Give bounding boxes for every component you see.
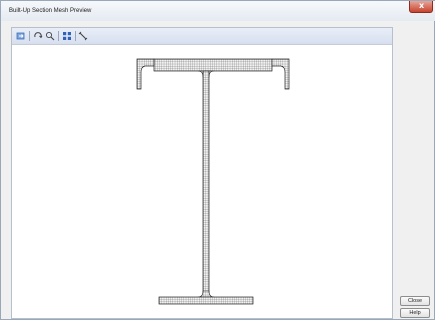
rotate-icon[interactable] xyxy=(33,31,43,41)
pan-icon[interactable] xyxy=(16,31,26,41)
help-button-label: Help xyxy=(409,310,421,316)
bottom-web-fillet xyxy=(197,290,215,298)
web xyxy=(202,70,210,298)
mesh-preview-panel xyxy=(11,27,393,319)
close-button[interactable]: Close xyxy=(400,296,430,306)
help-button[interactable]: Help xyxy=(400,308,430,318)
zoom-window-icon[interactable] xyxy=(45,31,55,41)
side-button-panel xyxy=(397,27,433,319)
title-bar[interactable]: Built-Up Section Mesh Preview x xyxy=(1,1,435,21)
window-title: Built-Up Section Mesh Preview xyxy=(9,8,92,14)
toolbar-separator xyxy=(29,31,30,41)
close-icon: x xyxy=(419,1,425,10)
preview-toolbar xyxy=(12,28,392,45)
top-flange xyxy=(153,58,273,72)
window-close-button[interactable]: x xyxy=(409,1,433,13)
bottom-flange xyxy=(158,296,254,305)
toolbar-separator xyxy=(75,31,76,41)
section-mesh-canvas xyxy=(136,58,290,305)
measure-icon[interactable] xyxy=(78,31,88,41)
toolbar-separator xyxy=(58,31,59,41)
right-channel-lip xyxy=(271,58,290,90)
left-channel-lip xyxy=(136,58,155,90)
fit-icon[interactable] xyxy=(62,31,72,41)
close-button-label: Close xyxy=(407,298,423,304)
dialog-window: Built-Up Section Mesh Preview x Close He… xyxy=(0,0,435,320)
